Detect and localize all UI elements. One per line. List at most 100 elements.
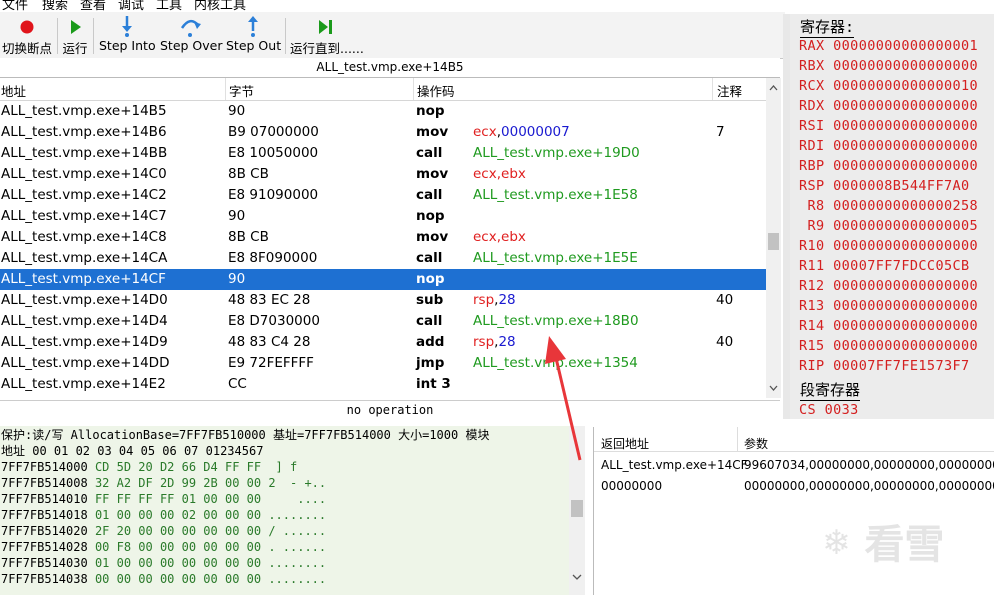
disasm-row[interactable]: ALL_test.vmp.exe+14C0 8B CB mov ecx,ebx [0,164,766,185]
column-divider[interactable] [712,78,713,100]
disasm-row[interactable]: ALL_test.vmp.exe+14D9 48 83 C4 28 add rsp,2… [0,332,766,353]
step-over-button[interactable]: Step Over [160,14,223,58]
instruction-address: ALL_test.vmp.exe+14D9 [1,334,168,350]
menu-file[interactable]: 文件 [2,0,28,12]
memory-row[interactable]: 7FF7FB514028 00 F8 00 00 00 00 00 00 . .… [1,540,326,554]
instruction-bytes: 90 [228,208,246,224]
stack-return-address[interactable]: 00000000 [601,479,662,493]
column-divider[interactable] [225,78,226,100]
menu-kernel-tools[interactable]: 内核工具 [194,0,246,12]
disasm-row[interactable]: ALL_test.vmp.exe+14CA E8 8F090000 call ALL_… [0,248,766,269]
call-target[interactable]: ALL_test.vmp.exe+1E5E [473,250,638,266]
memory-row[interactable]: 7FF7FB514018 01 00 00 00 02 00 00 00 ...… [1,508,326,522]
register-value[interactable]: RDX 00000000000000000 [799,98,978,114]
register-value[interactable]: RAX 00000000000000001 [799,38,978,54]
instruction-mnemonic: nop [416,103,445,119]
step-out-button[interactable]: Step Out [226,14,281,58]
col-address[interactable]: 地址 [1,81,26,100]
col-parameters[interactable]: 参数 [744,435,768,452]
register-value[interactable]: RDI 00000000000000000 [799,138,978,154]
toggle-breakpoint-button[interactable]: 切换断点 [1,14,53,58]
disasm-row[interactable]: ALL_test.vmp.exe+14C8 8B CB mov ecx,ebx [0,227,766,248]
disasm-row[interactable]: ALL_test.vmp.exe+14C7 90 nop [0,206,766,227]
memory-address: 7FF7FB514030 [1,556,88,570]
call-target[interactable]: ALL_test.vmp.exe+18B0 [473,313,639,329]
memory-address: 7FF7FB514020 [1,524,88,538]
run-to-button[interactable]: 运行直到...... [290,14,364,58]
memory-row[interactable]: 7FF7FB514000 CD 5D 20 D2 66 D4 FF FF ] f [1,460,297,474]
register-value[interactable]: R10 00000000000000000 [799,238,978,254]
disasm-row[interactable]: ALL_test.vmp.exe+14BB E8 10050000 call ALL_… [0,143,766,164]
instruction-address: ALL_test.vmp.exe+14BB [1,145,168,161]
menu-search[interactable]: 搜索 [42,0,68,12]
annotation-arrow [545,336,582,461]
menu-debug[interactable]: 调试 [118,0,144,12]
memory-row[interactable]: 7FF7FB514038 00 00 00 00 00 00 00 00 ...… [1,572,326,586]
segment-registers-title: 段寄存器 [800,381,861,401]
memory-row[interactable]: 7FF7FB514010 FF FF FF FF 01 00 00 00 ...… [1,492,326,506]
disasm-list[interactable]: ALL_test.vmp.exe+14B5 90 nop ALL_test.vmp.e… [0,101,766,397]
stack-params[interactable]: 99607034,00000000,00000000,00000000,... [744,458,994,472]
disasm-row[interactable]: ALL_test.vmp.exe+14D0 48 83 EC 28 sub rsp,2… [0,290,766,311]
register-value[interactable]: RCX 00000000000000010 [799,78,978,94]
breakpoint-icon [1,14,53,38]
register-value[interactable]: R8 00000000000000258 [799,198,978,214]
operand-register: ecx,ebx [473,166,526,182]
column-divider[interactable] [737,427,738,451]
menu-view[interactable]: 查看 [80,0,106,12]
col-comment[interactable]: 注释 [717,81,742,100]
register-value[interactable]: R13 00000000000000000 [799,298,978,314]
memory-row[interactable]: 7FF7FB514008 32 A2 DF 2D 99 2B 00 00 2 -… [1,476,326,490]
segment-register[interactable]: CS 0033 [799,402,859,418]
instruction-comment: 40 [716,334,734,350]
run-button[interactable]: 运行 [61,14,89,58]
instruction-address: ALL_test.vmp.exe+14D4 [1,313,168,329]
register-value[interactable]: R15 00000000000000000 [799,338,978,354]
call-target[interactable]: ALL_test.vmp.exe+19D0 [473,145,640,161]
instruction-operands: ecx,00000007 [473,122,570,143]
disasm-row[interactable]: ALL_test.vmp.exe+14B6 B9 07000000 mov ecx,0… [0,122,766,143]
call-target[interactable]: ALL_test.vmp.exe+1E58 [473,187,638,203]
disasm-row[interactable]: ALL_test.vmp.exe+14C2 E8 91090000 call ALL_… [0,185,766,206]
stack-return-address[interactable]: ALL_test.vmp.exe+14CF [601,458,748,472]
register-value[interactable]: RBP 00000000000000000 [799,158,978,174]
disasm-row[interactable]: ALL_test.vmp.exe+14D4 E8 D7030000 call ALL_… [0,311,766,332]
register-value[interactable]: R14 00000000000000000 [799,318,978,334]
register-value[interactable]: R11 00007FF7FDCC05CB [799,258,970,274]
menu-tools[interactable]: 工具 [156,0,182,12]
disasm-row-selected[interactable]: ALL_test.vmp.exe+14CF 90 nop [0,269,766,290]
memory-row[interactable]: 7FF7FB514020 2F 20 00 00 00 00 00 00 / .… [1,524,326,538]
memory-bytes: 2F 20 00 00 00 00 00 00 / ...... [94,524,327,538]
memory-bytes: FF FF FF FF 01 00 00 00 .... [94,492,327,506]
memory-view[interactable]: 保护:读/写 AllocationBase=7FF7FB510000 基址=7F… [0,426,569,595]
scrollbar-arrows[interactable] [766,78,781,398]
instruction-mnemonic: nop [416,271,445,287]
disasm-row[interactable]: ALL_test.vmp.exe+14E2 CC int 3 [0,374,766,395]
register-value[interactable]: RSP 0000008B544FF7A0 [799,178,970,194]
instruction-mnemonic: call [416,145,443,161]
instruction-address: ALL_test.vmp.exe+14CA [1,250,168,266]
instruction-address: ALL_test.vmp.exe+14B6 [1,124,167,140]
instruction-bytes: 8B CB [228,229,269,245]
operand-register: rsp [473,334,495,350]
disasm-title: ALL_test.vmp.exe+14B5 [0,58,780,78]
register-value[interactable]: RSI 00000000000000000 [799,118,978,134]
register-value[interactable]: R9 00000000000000005 [799,218,978,234]
step-into-button[interactable]: Step Into [99,14,156,58]
col-return-address[interactable]: 返回地址 [601,435,649,452]
memory-row[interactable]: 7FF7FB514030 01 00 00 00 00 00 00 00 ...… [1,556,326,570]
register-value[interactable]: R12 00000000000000000 [799,278,978,294]
instruction-mnemonic: mov [416,229,449,245]
panel-splitter[interactable] [783,14,790,419]
register-value[interactable]: RIP 00007FF7FE1573F7 [799,358,970,374]
disasm-scrollbar[interactable] [766,78,781,398]
register-value[interactable]: RBX 00000000000000000 [799,58,978,74]
memory-address: 7FF7FB514018 [1,508,88,522]
registers-title: 寄存器: [800,18,855,38]
column-divider[interactable] [413,78,414,100]
disasm-row[interactable]: ALL_test.vmp.exe+14B5 90 nop [0,101,766,122]
disasm-row[interactable]: ALL_test.vmp.exe+14DD E9 72FEFFFF jmp ALL_t… [0,353,766,374]
stack-params[interactable]: 00000000,00000000,00000000,00000000,... [744,479,994,493]
col-bytes[interactable]: 字节 [229,81,254,100]
col-opcode[interactable]: 操作码 [417,81,455,100]
